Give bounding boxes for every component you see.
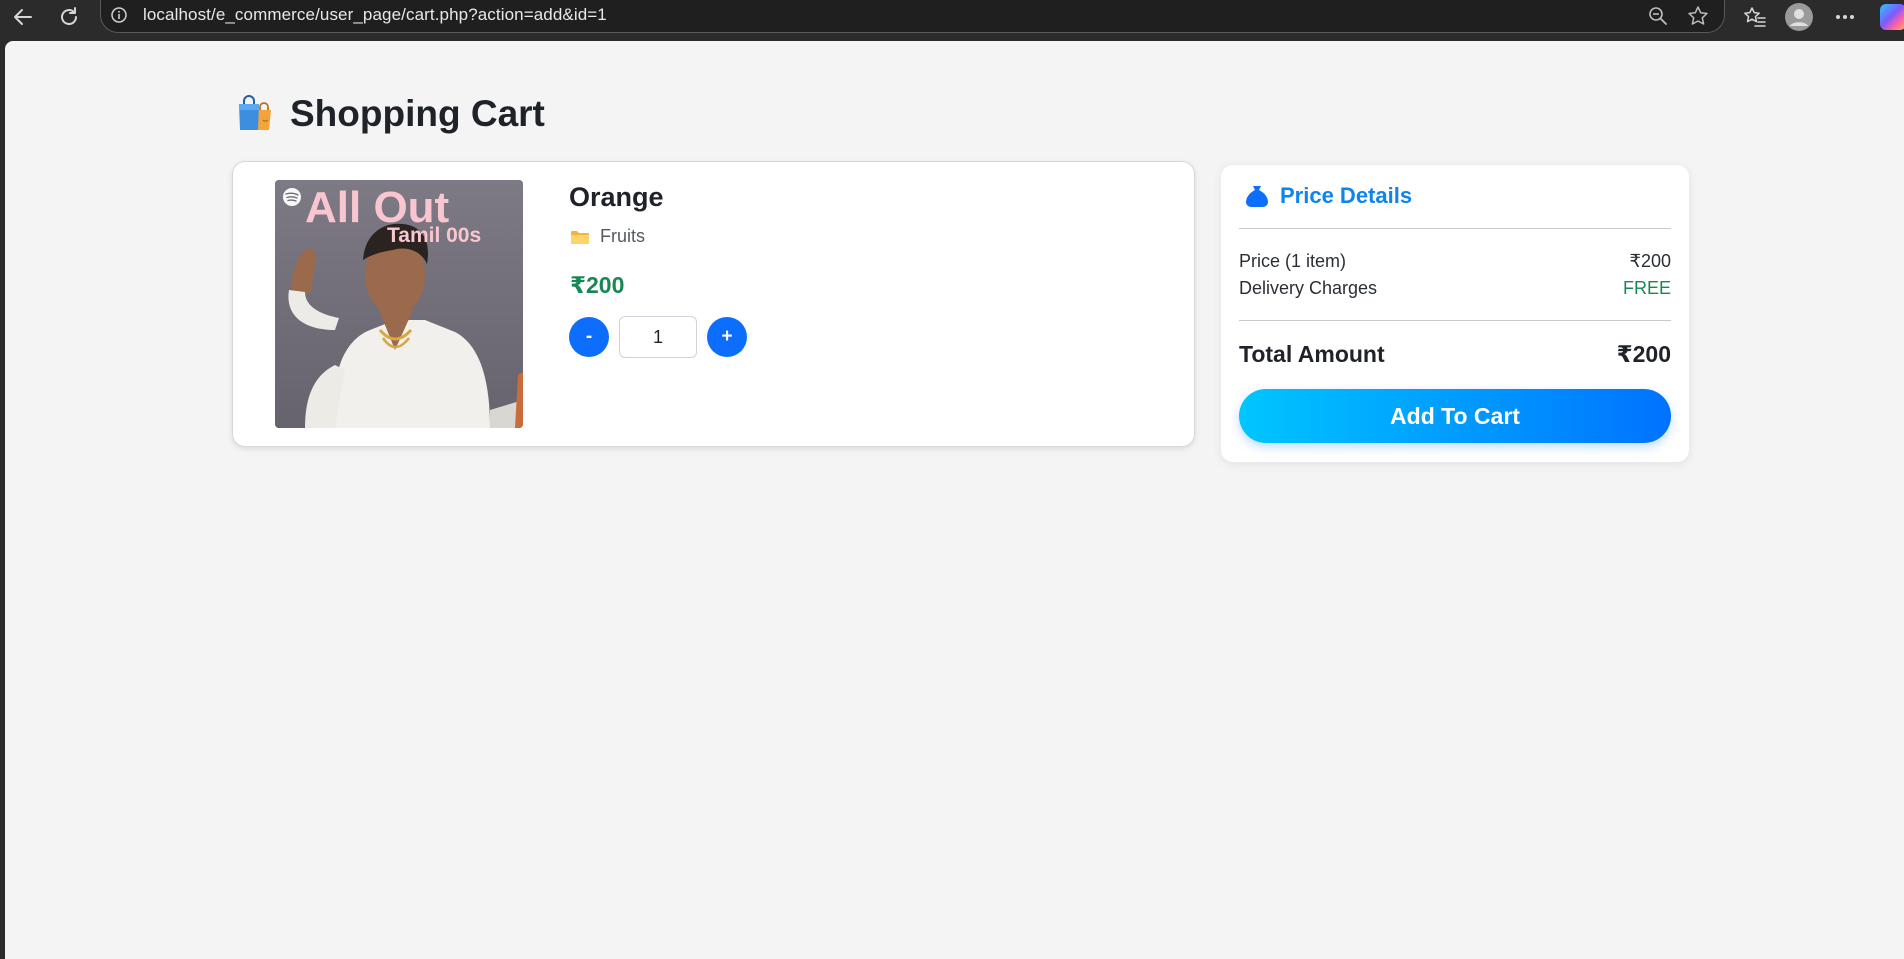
url-text[interactable]: localhost/e_commerce/user_page/cart.php?… (143, 5, 607, 25)
back-arrow-icon (14, 9, 32, 25)
delivery-value: FREE (1622, 278, 1671, 298)
price-details-heading: Price Details (1244, 183, 1412, 209)
zoom-out-icon[interactable] (1647, 5, 1669, 27)
image-subtitle-text: Tamil 00s (387, 224, 481, 247)
more-menu-button[interactable] (1828, 2, 1862, 32)
price-label: Price (1 item) (1239, 251, 1347, 271)
favorites-button[interactable] (1738, 2, 1772, 32)
address-bar[interactable]: localhost/e_commerce/user_page/cart.php?… (100, 0, 1725, 33)
page-viewport: Shopping Cart All Out Tamil 00s Orange F… (5, 41, 1904, 959)
total-row: Total Amount ₹200 (1239, 341, 1671, 368)
divider (1239, 228, 1671, 229)
favorites-list-icon (1744, 7, 1766, 27)
ellipsis-icon (1836, 15, 1854, 19)
folder-icon (571, 230, 589, 244)
page-title-text: Shopping Cart (290, 93, 545, 134)
star-icon[interactable] (1687, 5, 1709, 27)
total-value: ₹200 (1616, 341, 1671, 367)
quantity-input[interactable] (619, 316, 697, 358)
price-value: ₹200 (1629, 251, 1671, 271)
profile-button[interactable] (1782, 2, 1816, 32)
delivery-label: Delivery Charges (1239, 278, 1378, 298)
site-info-icon[interactable] (111, 7, 127, 23)
product-price: ₹200 (570, 272, 625, 298)
product-category: Fruits (570, 226, 645, 247)
price-details-card: Price Details Price (1 item) ₹200 Delive… (1221, 165, 1689, 462)
product-image: All Out Tamil 00s (275, 180, 523, 428)
cart-item-card: All Out Tamil 00s Orange Fruits ₹200 - + (232, 161, 1195, 447)
decrement-button[interactable]: - (569, 317, 609, 357)
total-label: Total Amount (1239, 341, 1385, 367)
delivery-row: Delivery Charges FREE (1239, 278, 1671, 299)
page-title: Shopping Cart (235, 93, 545, 135)
reload-icon (61, 7, 77, 25)
quantity-stepper: - + (569, 316, 747, 358)
divider (1239, 320, 1671, 321)
product-category-label: Fruits (600, 226, 645, 246)
product-name: Orange (569, 182, 664, 212)
price-details-heading-text: Price Details (1280, 183, 1413, 208)
shopping-bags-icon (239, 95, 271, 130)
increment-button[interactable]: + (707, 317, 747, 357)
avatar-icon (1785, 3, 1813, 31)
add-to-cart-button[interactable]: Add To Cart (1239, 389, 1671, 443)
browser-toolbar: localhost/e_commerce/user_page/cart.php?… (0, 0, 1904, 41)
copilot-icon[interactable] (1880, 4, 1904, 30)
money-bag-icon (1246, 186, 1268, 207)
price-row: Price (1 item) ₹200 (1239, 251, 1671, 272)
reload-button[interactable] (52, 2, 86, 32)
back-button[interactable] (6, 2, 40, 32)
